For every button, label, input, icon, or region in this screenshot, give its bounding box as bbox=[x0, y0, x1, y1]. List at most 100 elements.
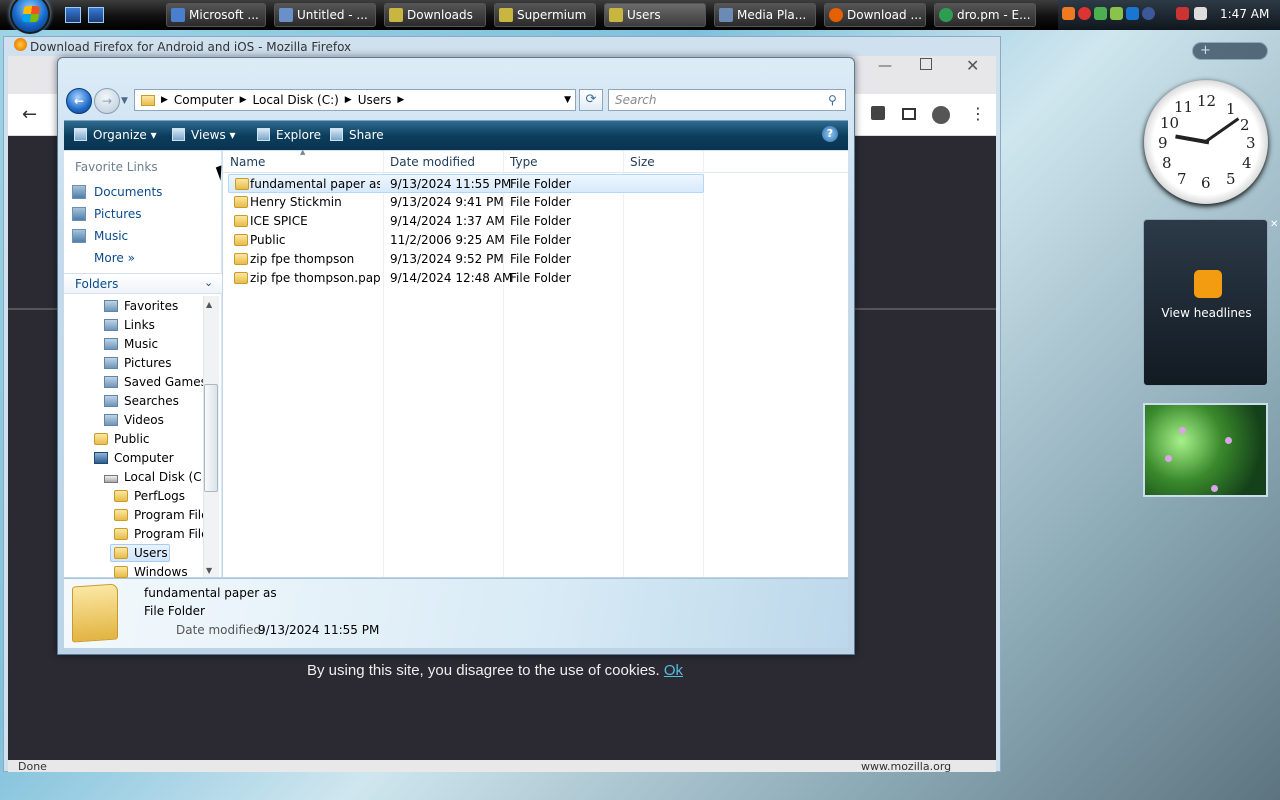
tree-item-program-files-x86[interactable]: Program Files bbox=[114, 527, 203, 541]
cookie-ok-link[interactable]: Ok bbox=[664, 662, 683, 679]
music-icon bbox=[72, 229, 86, 243]
organize-button[interactable]: Organize ▾ bbox=[74, 128, 157, 142]
sidebar-icon[interactable] bbox=[902, 108, 916, 120]
folder-icon bbox=[609, 8, 623, 22]
file-name: ICE SPICE bbox=[250, 214, 308, 228]
tray-security-icon[interactable] bbox=[1094, 7, 1107, 20]
search-input[interactable]: Search bbox=[608, 89, 846, 111]
tree-label: Windows bbox=[134, 565, 188, 579]
tray-volume-icon[interactable] bbox=[1194, 7, 1207, 20]
tray-error-icon[interactable] bbox=[1078, 7, 1091, 20]
account-icon[interactable] bbox=[932, 106, 950, 124]
scroll-down-icon[interactable]: ▼ bbox=[206, 566, 212, 575]
file-type: File Folder bbox=[510, 252, 571, 266]
file-date: 9/14/2024 12:48 AM bbox=[390, 271, 513, 285]
tree-item-favorites[interactable]: Favorites bbox=[104, 299, 178, 313]
file-row[interactable]: zip fpe thompson 9/13/2024 9:52 PM File … bbox=[228, 250, 704, 269]
tree-item-links[interactable]: Links bbox=[104, 318, 155, 332]
back-button[interactable]: ← bbox=[66, 88, 92, 114]
breadcrumb-users[interactable]: Users bbox=[358, 93, 392, 107]
tree-item-music[interactable]: Music bbox=[104, 337, 158, 351]
views-icon bbox=[172, 128, 185, 141]
address-bar[interactable]: ▶ Computer ▶ Local Disk (C:) ▶ Users ▶ ▼ bbox=[134, 89, 576, 111]
tray-network-icon[interactable] bbox=[1110, 7, 1123, 20]
tree-label: PerfLogs bbox=[134, 489, 186, 503]
firefox-minimize-button[interactable]: — bbox=[878, 58, 892, 74]
views-button[interactable]: Views ▾ bbox=[172, 128, 236, 142]
help-icon[interactable]: ? bbox=[822, 126, 838, 142]
show-desktop-icon[interactable] bbox=[65, 7, 81, 23]
more-links-button[interactable]: More » bbox=[94, 251, 135, 265]
app-icon bbox=[939, 8, 953, 22]
firefox-maximize-button[interactable] bbox=[920, 58, 932, 70]
taskbar-button-users[interactable]: Users bbox=[604, 3, 706, 27]
share-button[interactable]: Share bbox=[330, 128, 384, 142]
tree-item-videos[interactable]: Videos bbox=[104, 413, 164, 427]
tree-item-searches[interactable]: Searches bbox=[104, 394, 179, 408]
folder-icon bbox=[234, 253, 248, 265]
search-icon[interactable]: ⚲ bbox=[828, 93, 837, 107]
tree-item-local-disk[interactable]: Local Disk (C:) bbox=[104, 470, 210, 484]
tree-item-pictures[interactable]: Pictures bbox=[104, 356, 172, 370]
taskbar-button-word[interactable]: Microsoft ... bbox=[166, 3, 266, 27]
breadcrumb-local-disk[interactable]: Local Disk (C:) bbox=[253, 93, 339, 107]
feed-headlines-gadget[interactable]: View headlines bbox=[1143, 219, 1268, 386]
slideshow-gadget[interactable] bbox=[1143, 403, 1268, 497]
tree-item-windows[interactable]: Windows bbox=[114, 565, 188, 579]
add-gadget-button[interactable]: + bbox=[1200, 43, 1211, 58]
taskbar-button-notepad[interactable]: Untitled - ... bbox=[274, 3, 376, 27]
column-date-modified[interactable]: Date modified bbox=[390, 155, 475, 169]
tree-item-saved-games[interactable]: Saved Games bbox=[104, 375, 207, 389]
favorite-link-music[interactable]: Music bbox=[72, 229, 128, 243]
tray-battery-icon[interactable] bbox=[1176, 7, 1189, 20]
column-type[interactable]: Type bbox=[510, 155, 538, 169]
file-row[interactable]: ICE SPICE 9/14/2024 1:37 AM File Folder bbox=[228, 212, 704, 231]
gadget-close-icon[interactable]: ✕ bbox=[1270, 219, 1278, 230]
file-row[interactable]: zip fpe thompson.pap... 9/14/2024 12:48 … bbox=[228, 269, 704, 288]
tree-item-public[interactable]: Public bbox=[94, 432, 150, 446]
tray-bluetooth-icon[interactable] bbox=[1126, 7, 1139, 20]
taskbar-clock[interactable]: 1:47 AM bbox=[1220, 7, 1269, 21]
tree-item-computer[interactable]: Computer bbox=[94, 451, 174, 465]
tree-label: Searches bbox=[124, 394, 179, 408]
tree-item-users[interactable]: Users bbox=[114, 546, 168, 560]
file-row[interactable]: Public 11/2/2006 9:25 AM File Folder bbox=[228, 231, 704, 250]
menu-icon[interactable]: ⋮ bbox=[970, 104, 986, 123]
breadcrumb-computer[interactable]: Computer bbox=[174, 93, 234, 107]
chevron-down-icon[interactable]: ⌄ bbox=[204, 276, 213, 289]
favorite-link-pictures[interactable]: Pictures bbox=[72, 207, 142, 221]
favorite-link-documents[interactable]: Documents bbox=[72, 185, 162, 199]
scroll-up-icon[interactable]: ▲ bbox=[206, 300, 212, 309]
app-icon bbox=[279, 8, 293, 22]
recent-pages-chevron-icon[interactable]: ▼ bbox=[121, 96, 128, 106]
forward-button[interactable]: → bbox=[94, 88, 120, 114]
folders-header[interactable]: Folders bbox=[64, 273, 222, 294]
address-dropdown-icon[interactable]: ▼ bbox=[564, 95, 571, 105]
tree-item-program-files[interactable]: Program Files bbox=[114, 508, 203, 522]
tree-scrollbar-thumb[interactable] bbox=[204, 384, 218, 492]
firefox-window-title: Download Firefox for Android and iOS - M… bbox=[30, 40, 352, 54]
tray-globe-icon[interactable] bbox=[1142, 7, 1155, 20]
folder-icon bbox=[114, 547, 128, 559]
tree-item-perflogs[interactable]: PerfLogs bbox=[114, 489, 185, 503]
back-arrow-icon[interactable]: ← bbox=[22, 104, 37, 125]
links-icon bbox=[104, 319, 118, 331]
taskbar-button-media-player[interactable]: Media Pla... bbox=[714, 3, 816, 27]
taskbar-label: Supermium bbox=[517, 8, 587, 22]
explore-button[interactable]: Explore bbox=[257, 128, 321, 142]
refresh-button[interactable]: ⟳ bbox=[579, 89, 603, 111]
firefox-close-button[interactable]: ✕ bbox=[966, 56, 979, 75]
column-name[interactable]: Name bbox=[230, 155, 265, 169]
file-row[interactable]: Henry Stickmin 9/13/2024 9:41 PM File Fo… bbox=[228, 193, 704, 212]
extensions-icon[interactable] bbox=[871, 106, 885, 120]
switch-windows-icon[interactable] bbox=[88, 7, 104, 23]
taskbar-label: Download ... bbox=[847, 8, 922, 22]
taskbar-button-supermium[interactable]: Supermium bbox=[494, 3, 596, 27]
taskbar-button-dro-pm[interactable]: dro.pm - E... bbox=[934, 3, 1036, 27]
tray-app-icon[interactable] bbox=[1062, 7, 1075, 20]
column-size[interactable]: Size bbox=[630, 155, 655, 169]
file-row[interactable]: fundamental paper as 9/13/2024 11:55 PM … bbox=[228, 174, 704, 193]
clock-gadget[interactable]: 12 1 2 3 4 5 6 7 8 9 10 11 bbox=[1144, 80, 1268, 204]
taskbar-button-firefox[interactable]: Download ... bbox=[824, 3, 926, 27]
taskbar-button-downloads[interactable]: Downloads bbox=[384, 3, 486, 27]
